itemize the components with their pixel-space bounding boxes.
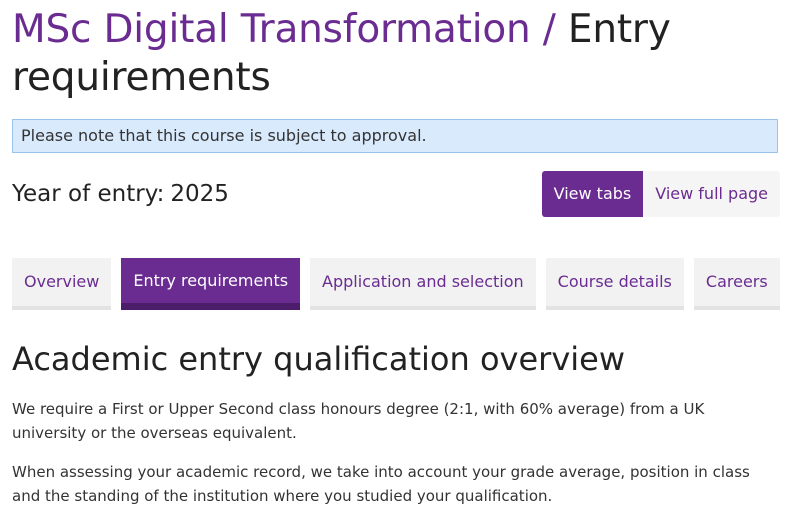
year-of-entry-row: Year of entry: 2025 View tabs View full p… [12, 171, 780, 217]
year-of-entry-value: 2025 [170, 181, 229, 207]
course-tabs: Overview Entry requirements Application … [12, 258, 780, 310]
page-content: MSc Digital Transformation / Entry requi… [12, 0, 780, 505]
approval-notice-text: Please note that this course is subject … [21, 126, 427, 145]
qualification-paragraph: We require a First or Upper Second class… [12, 400, 705, 442]
view-mode-toggle: View tabs View full page [541, 171, 780, 217]
tab-course-details[interactable]: Course details [545, 258, 684, 310]
year-of-entry-label: Year of entry: [12, 181, 165, 207]
view-full-page-button[interactable]: View full page [643, 171, 780, 217]
assessment-paragraph: When assessing your academic record, we … [12, 463, 750, 505]
tab-careers[interactable]: Careers [693, 258, 780, 310]
section-heading: Academic entry qualification overview [12, 340, 625, 378]
tab-entry-requirements[interactable]: Entry requirements [121, 258, 301, 310]
page-title: MSc Digital Transformation / Entry requi… [12, 0, 780, 102]
tab-application-and-selection[interactable]: Application and selection [310, 258, 536, 310]
view-tabs-button[interactable]: View tabs [541, 171, 644, 217]
approval-notice: Please note that this course is subject … [12, 119, 778, 153]
tab-overview[interactable]: Overview [12, 258, 112, 310]
title-separator: / [530, 7, 568, 52]
programme-title: MSc Digital Transformation [12, 7, 531, 52]
year-of-entry: Year of entry: 2025 [12, 179, 229, 209]
